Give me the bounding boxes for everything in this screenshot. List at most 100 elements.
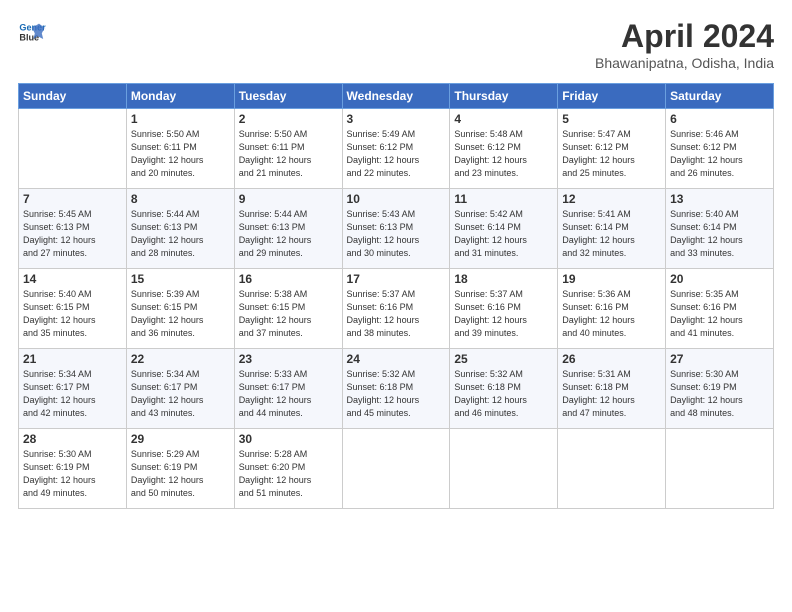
weekday-header-tuesday: Tuesday [234,84,342,109]
day-number: 1 [131,112,230,126]
day-number: 17 [347,272,446,286]
calendar-cell: 16 Sunrise: 5:38 AM Sunset: 6:15 PM Dayli… [234,269,342,349]
day-number: 16 [239,272,338,286]
day-number: 12 [562,192,661,206]
cell-info: Sunrise: 5:29 AM Sunset: 6:19 PM Dayligh… [131,448,230,500]
calendar-cell: 15 Sunrise: 5:39 AM Sunset: 6:15 PM Dayli… [126,269,234,349]
title-section: April 2024 Bhawanipatna, Odisha, India [595,18,774,71]
day-number: 2 [239,112,338,126]
calendar-cell: 30 Sunrise: 5:28 AM Sunset: 6:20 PM Dayli… [234,429,342,509]
calendar-week-row: 1 Sunrise: 5:50 AM Sunset: 6:11 PM Daylig… [19,109,774,189]
day-number: 26 [562,352,661,366]
calendar-cell [342,429,450,509]
page-container: General Blue April 2024 Bhawanipatna, Od… [0,0,792,519]
cell-info: Sunrise: 5:40 AM Sunset: 6:14 PM Dayligh… [670,208,769,260]
day-number: 20 [670,272,769,286]
cell-info: Sunrise: 5:45 AM Sunset: 6:13 PM Dayligh… [23,208,122,260]
day-number: 9 [239,192,338,206]
calendar-cell: 29 Sunrise: 5:29 AM Sunset: 6:19 PM Dayli… [126,429,234,509]
cell-info: Sunrise: 5:50 AM Sunset: 6:11 PM Dayligh… [239,128,338,180]
cell-info: Sunrise: 5:50 AM Sunset: 6:11 PM Dayligh… [131,128,230,180]
day-number: 29 [131,432,230,446]
weekday-header-saturday: Saturday [666,84,774,109]
cell-info: Sunrise: 5:34 AM Sunset: 6:17 PM Dayligh… [131,368,230,420]
day-number: 5 [562,112,661,126]
calendar-cell: 17 Sunrise: 5:37 AM Sunset: 6:16 PM Dayli… [342,269,450,349]
cell-info: Sunrise: 5:43 AM Sunset: 6:13 PM Dayligh… [347,208,446,260]
logo: General Blue [18,18,46,46]
calendar-cell [450,429,558,509]
day-number: 18 [454,272,553,286]
day-number: 3 [347,112,446,126]
day-number: 28 [23,432,122,446]
calendar-week-row: 14 Sunrise: 5:40 AM Sunset: 6:15 PM Dayli… [19,269,774,349]
cell-info: Sunrise: 5:40 AM Sunset: 6:15 PM Dayligh… [23,288,122,340]
calendar-cell: 7 Sunrise: 5:45 AM Sunset: 6:13 PM Daylig… [19,189,127,269]
cell-info: Sunrise: 5:31 AM Sunset: 6:18 PM Dayligh… [562,368,661,420]
day-number: 7 [23,192,122,206]
day-number: 13 [670,192,769,206]
weekday-header-monday: Monday [126,84,234,109]
day-number: 22 [131,352,230,366]
calendar-cell: 5 Sunrise: 5:47 AM Sunset: 6:12 PM Daylig… [558,109,666,189]
cell-info: Sunrise: 5:48 AM Sunset: 6:12 PM Dayligh… [454,128,553,180]
logo-icon: General Blue [18,18,46,46]
cell-info: Sunrise: 5:39 AM Sunset: 6:15 PM Dayligh… [131,288,230,340]
cell-info: Sunrise: 5:32 AM Sunset: 6:18 PM Dayligh… [454,368,553,420]
month-title: April 2024 [595,18,774,55]
calendar-cell: 3 Sunrise: 5:49 AM Sunset: 6:12 PM Daylig… [342,109,450,189]
calendar-cell: 4Sunrise: 5:48 AM Sunset: 6:12 PM Daylig… [450,109,558,189]
cell-info: Sunrise: 5:41 AM Sunset: 6:14 PM Dayligh… [562,208,661,260]
cell-info: Sunrise: 5:47 AM Sunset: 6:12 PM Dayligh… [562,128,661,180]
calendar-header-row: SundayMondayTuesdayWednesdayThursdayFrid… [19,84,774,109]
calendar-cell [666,429,774,509]
cell-info: Sunrise: 5:46 AM Sunset: 6:12 PM Dayligh… [670,128,769,180]
day-number: 11 [454,192,553,206]
cell-info: Sunrise: 5:35 AM Sunset: 6:16 PM Dayligh… [670,288,769,340]
calendar-cell: 22 Sunrise: 5:34 AM Sunset: 6:17 PM Dayli… [126,349,234,429]
calendar-cell: 13 Sunrise: 5:40 AM Sunset: 6:14 PM Dayli… [666,189,774,269]
location: Bhawanipatna, Odisha, India [595,55,774,71]
day-number: 27 [670,352,769,366]
cell-info: Sunrise: 5:49 AM Sunset: 6:12 PM Dayligh… [347,128,446,180]
calendar-cell: 26 Sunrise: 5:31 AM Sunset: 6:18 PM Dayli… [558,349,666,429]
calendar-cell: 18 Sunrise: 5:37 AM Sunset: 6:16 PM Dayli… [450,269,558,349]
calendar-cell: 10Sunrise: 5:43 AM Sunset: 6:13 PM Dayli… [342,189,450,269]
cell-info: Sunrise: 5:28 AM Sunset: 6:20 PM Dayligh… [239,448,338,500]
cell-info: Sunrise: 5:30 AM Sunset: 6:19 PM Dayligh… [670,368,769,420]
cell-info: Sunrise: 5:36 AM Sunset: 6:16 PM Dayligh… [562,288,661,340]
calendar-table: SundayMondayTuesdayWednesdayThursdayFrid… [18,83,774,509]
calendar-cell: 8Sunrise: 5:44 AM Sunset: 6:13 PM Daylig… [126,189,234,269]
day-number: 14 [23,272,122,286]
cell-info: Sunrise: 5:44 AM Sunset: 6:13 PM Dayligh… [131,208,230,260]
cell-info: Sunrise: 5:32 AM Sunset: 6:18 PM Dayligh… [347,368,446,420]
day-number: 15 [131,272,230,286]
day-number: 19 [562,272,661,286]
calendar-cell: 11 Sunrise: 5:42 AM Sunset: 6:14 PM Dayli… [450,189,558,269]
calendar-cell: 25 Sunrise: 5:32 AM Sunset: 6:18 PM Dayli… [450,349,558,429]
calendar-cell [558,429,666,509]
calendar-week-row: 21 Sunrise: 5:34 AM Sunset: 6:17 PM Dayli… [19,349,774,429]
day-number: 25 [454,352,553,366]
cell-info: Sunrise: 5:42 AM Sunset: 6:14 PM Dayligh… [454,208,553,260]
cell-info: Sunrise: 5:44 AM Sunset: 6:13 PM Dayligh… [239,208,338,260]
weekday-header-friday: Friday [558,84,666,109]
day-number: 6 [670,112,769,126]
calendar-cell: 24 Sunrise: 5:32 AM Sunset: 6:18 PM Dayli… [342,349,450,429]
calendar-cell: 20 Sunrise: 5:35 AM Sunset: 6:16 PM Dayli… [666,269,774,349]
calendar-cell: 23Sunrise: 5:33 AM Sunset: 6:17 PM Dayli… [234,349,342,429]
cell-info: Sunrise: 5:34 AM Sunset: 6:17 PM Dayligh… [23,368,122,420]
cell-info: Sunrise: 5:30 AM Sunset: 6:19 PM Dayligh… [23,448,122,500]
calendar-cell [19,109,127,189]
calendar-cell: 14 Sunrise: 5:40 AM Sunset: 6:15 PM Dayli… [19,269,127,349]
day-number: 30 [239,432,338,446]
cell-info: Sunrise: 5:38 AM Sunset: 6:15 PM Dayligh… [239,288,338,340]
day-number: 24 [347,352,446,366]
day-number: 21 [23,352,122,366]
cell-info: Sunrise: 5:37 AM Sunset: 6:16 PM Dayligh… [347,288,446,340]
calendar-cell: 1 Sunrise: 5:50 AM Sunset: 6:11 PM Daylig… [126,109,234,189]
calendar-body: 1 Sunrise: 5:50 AM Sunset: 6:11 PM Daylig… [19,109,774,509]
cell-info: Sunrise: 5:37 AM Sunset: 6:16 PM Dayligh… [454,288,553,340]
calendar-cell: 21 Sunrise: 5:34 AM Sunset: 6:17 PM Dayli… [19,349,127,429]
calendar-cell: 9 Sunrise: 5:44 AM Sunset: 6:13 PM Daylig… [234,189,342,269]
